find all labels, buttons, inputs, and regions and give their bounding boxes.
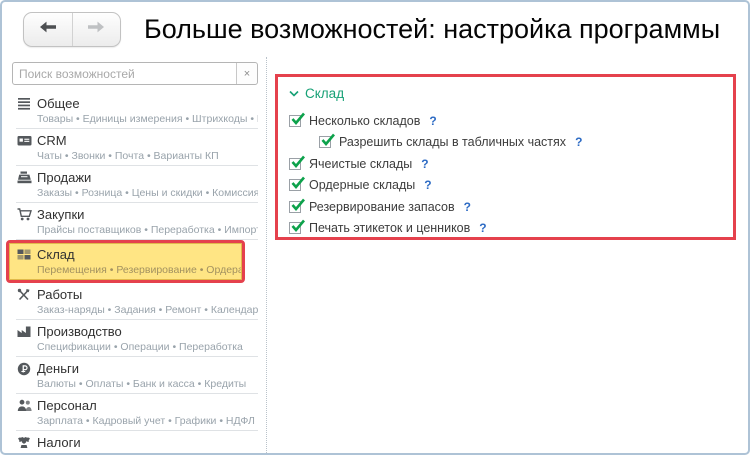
sidebar-item-sublinks[interactable]: Зарплата • Кадровый учет • Графики • НДФ… bbox=[37, 414, 258, 427]
checkbox-checked[interactable] bbox=[289, 112, 305, 127]
help-link[interactable]: ? bbox=[575, 135, 582, 149]
emblem-icon bbox=[16, 436, 32, 450]
content-area: × Общее Товары • Единицы измерения • Штр… bbox=[2, 57, 748, 453]
search-input[interactable] bbox=[13, 63, 236, 84]
option-yacheistye-sklady: Ячеистые склады ? bbox=[289, 153, 727, 175]
arrow-right-icon bbox=[85, 19, 107, 40]
option-neskolko-skladov: Несколько складов ? bbox=[289, 110, 727, 132]
sidebar-item-label: Общее bbox=[37, 96, 80, 111]
list-icon bbox=[16, 97, 32, 111]
forward-button[interactable] bbox=[71, 13, 121, 46]
sidebar-item-sublinks[interactable]: Товары • Единицы измерения • Штрихкоды •… bbox=[37, 112, 258, 125]
section-header-sklad[interactable]: Склад bbox=[289, 86, 727, 101]
help-link[interactable]: ? bbox=[479, 221, 486, 235]
sidebar-item-sublinks[interactable]: Заказ-наряды • Задания • Ремонт • Календ… bbox=[37, 303, 258, 316]
search-clear-button[interactable]: × bbox=[236, 63, 257, 84]
arrow-left-icon bbox=[37, 19, 59, 40]
checkbox-label: Несколько складов bbox=[309, 113, 421, 128]
checkbox-checked[interactable] bbox=[289, 219, 305, 235]
option-razreshit-sklady: Разрешить склады в табличных частях ? bbox=[319, 132, 727, 154]
help-link[interactable]: ? bbox=[421, 157, 428, 171]
tools-icon bbox=[16, 288, 32, 302]
sidebar-item-zakupki[interactable]: Закупки Прайсы поставщиков • Переработка… bbox=[16, 203, 258, 240]
annotation-box: Склад Несколько складов ? Разрешить скла… bbox=[275, 74, 736, 240]
sidebar-item-sublinks[interactable]: Спецификации • Операции • Переработка bbox=[37, 340, 258, 353]
sidebar-item-label: CRM bbox=[37, 133, 67, 148]
sidebar-item-obshchee[interactable]: Общее Товары • Единицы измерения • Штрих… bbox=[16, 92, 258, 129]
sidebar-item-label: Продажи bbox=[37, 170, 92, 185]
top-bar: Больше возможностей: настройка программы bbox=[2, 2, 748, 57]
section-title: Склад bbox=[305, 86, 345, 101]
back-button[interactable] bbox=[24, 13, 72, 46]
sidebar-item-sublinks[interactable]: Прайсы поставщиков • Переработка • Импор… bbox=[37, 223, 258, 236]
chevron-down-icon bbox=[289, 90, 299, 97]
sidebar-item-label: Производство bbox=[37, 324, 122, 339]
shopping-cart-icon bbox=[16, 208, 32, 222]
sidebar-item-label: Налоги bbox=[37, 435, 81, 450]
sidebar-item-label: Работы bbox=[37, 287, 83, 302]
sidebar-item-label: Закупки bbox=[37, 207, 85, 222]
checkbox-checked[interactable] bbox=[289, 176, 305, 192]
clear-x-icon: × bbox=[243, 67, 251, 80]
factory-icon bbox=[16, 325, 32, 339]
sidebar-item-sklad[interactable]: Склад Перемещения • Резервирование • Орд… bbox=[6, 240, 245, 283]
sidebar-item-sublinks[interactable]: Перемещения • Резервирование • Ордера • … bbox=[37, 263, 241, 276]
sidebar: × Общее Товары • Единицы измерения • Штр… bbox=[2, 57, 267, 453]
sidebar-item-crm[interactable]: CRM Чаты • Звонки • Почта • Варианты КП bbox=[16, 129, 258, 166]
people-icon bbox=[16, 399, 32, 413]
checkbox-label: Ячеистые склады bbox=[309, 156, 413, 171]
sidebar-item-sublinks[interactable]: Заказы • Розница • Цены и скидки • Комис… bbox=[37, 186, 258, 199]
checkbox-label: Разрешить склады в табличных частях bbox=[339, 135, 567, 150]
settings-window: Больше возможностей: настройка программы… bbox=[0, 0, 750, 455]
sidebar-item-label: Деньги bbox=[37, 361, 79, 376]
contact-card-icon bbox=[16, 134, 32, 148]
warehouse-icon bbox=[16, 248, 32, 262]
help-link[interactable]: ? bbox=[424, 178, 431, 192]
help-link[interactable]: ? bbox=[429, 114, 436, 128]
sidebar-item-raboty[interactable]: Работы Заказ-наряды • Задания • Ремонт •… bbox=[16, 283, 258, 320]
money-icon bbox=[16, 362, 32, 376]
options-list: Несколько складов ? Разрешить склады в т… bbox=[289, 110, 727, 239]
sidebar-item-sublinks[interactable]: Валюты • Оплаты • Банк и касса • Кредиты bbox=[37, 377, 258, 390]
help-link[interactable]: ? bbox=[464, 200, 471, 214]
sidebar-item-label: Склад bbox=[37, 247, 75, 262]
settings-panel: Склад Несколько складов ? Разрешить скла… bbox=[267, 57, 748, 453]
history-nav bbox=[23, 12, 121, 47]
sidebar-item-prodazhi[interactable]: Продажи Заказы • Розница • Цены и скидки… bbox=[16, 166, 258, 203]
page-title: Больше возможностей: настройка программы bbox=[144, 14, 721, 44]
sidebar-item-nalogi[interactable]: Налоги Регламентированная отчетность bbox=[16, 431, 258, 453]
sidebar-item-sublinks[interactable]: Чаты • Звонки • Почта • Варианты КП bbox=[37, 149, 258, 162]
search-box: × bbox=[12, 62, 258, 85]
sidebar-item-personal[interactable]: Персонал Зарплата • Кадровый учет • Граф… bbox=[16, 394, 258, 431]
checkbox-checked[interactable] bbox=[289, 198, 305, 213]
sidebar-item-dengi[interactable]: Деньги Валюты • Оплаты • Банк и касса • … bbox=[16, 357, 258, 394]
option-pechat-etiketok: Печать этикеток и ценников ? bbox=[289, 218, 727, 240]
checkbox-label: Резервирование запасов bbox=[309, 199, 455, 214]
checkbox-label: Печать этикеток и ценников bbox=[309, 221, 471, 236]
checkbox-label: Ордерные склады bbox=[309, 178, 416, 193]
checkbox-checked[interactable] bbox=[289, 155, 305, 170]
option-rezervirovanie: Резервирование запасов ? bbox=[289, 196, 727, 218]
sidebar-item-proizvodstvo[interactable]: Производство Спецификации • Операции • П… bbox=[16, 320, 258, 357]
option-ordernye-sklady: Ордерные склады ? bbox=[289, 175, 727, 197]
sidebar-item-sublinks[interactable]: Регламентированная отчетность bbox=[37, 451, 258, 453]
checkbox-checked[interactable] bbox=[319, 133, 335, 149]
sidebar-item-label: Персонал bbox=[37, 398, 97, 413]
cash-register-icon bbox=[16, 171, 32, 185]
